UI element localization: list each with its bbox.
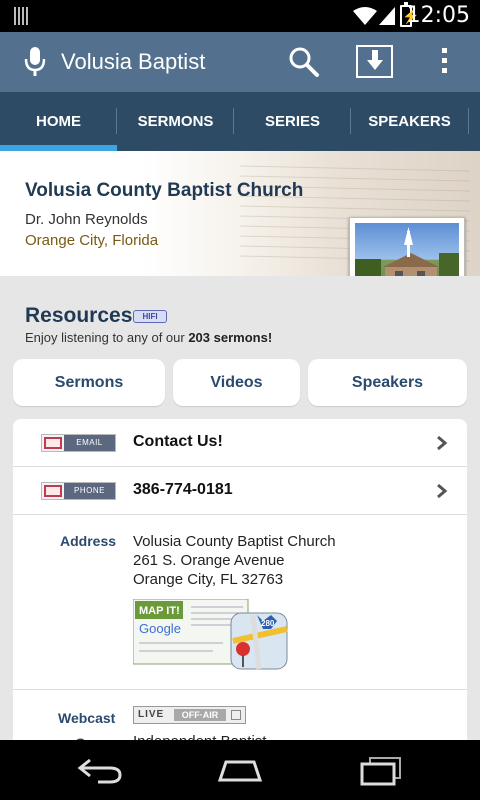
email-tag: EMAIL <box>41 434 116 452</box>
hifi-badge: HIFI <box>133 310 167 323</box>
envelope-icon <box>44 437 62 449</box>
speakers-button[interactable]: Speakers <box>308 359 467 406</box>
phone-tag: PHONE <box>41 482 116 500</box>
chevron-right-icon <box>437 435 448 451</box>
resources-subtitle: Enjoy listening to any of our 203 sermon… <box>25 330 273 345</box>
videos-button[interactable]: Videos <box>173 359 300 406</box>
map-it-button[interactable]: MAP IT! Google 280 <box>133 599 289 671</box>
system-nav-bar <box>0 740 480 800</box>
section-divider <box>13 689 467 690</box>
tab-sermons[interactable]: SERMONS <box>117 92 234 151</box>
status-bar: ⚡ 12:05 <box>0 0 480 32</box>
webcast-label: Webcast <box>58 710 116 726</box>
contact-email-row[interactable]: EMAIL Contact Us! <box>13 419 467 467</box>
chevron-right-icon <box>437 483 448 499</box>
tab-overflow-edge <box>468 92 480 151</box>
app-bar: Volusia Baptist <box>0 32 480 92</box>
map-it-label: MAP IT! <box>139 605 180 617</box>
resources-title: Resources <box>25 304 133 327</box>
webcast-status-badge[interactable]: LIVE OFF·AIR <box>133 706 246 724</box>
contact-us-label: Contact Us! <box>133 433 223 450</box>
address-text: Volusia County Baptist Church 261 S. Ora… <box>133 533 336 588</box>
phone-icon <box>44 485 62 497</box>
recent-apps-icon[interactable] <box>356 754 404 786</box>
speaker-icon <box>231 710 241 720</box>
phone-number: 386-774-0181 <box>133 481 233 498</box>
app-title: Volusia Baptist <box>61 49 206 74</box>
signal-icon <box>379 7 395 25</box>
download-icon[interactable] <box>356 45 393 78</box>
church-header: Volusia County Baptist Church Dr. John R… <box>0 151 480 276</box>
wifi-icon <box>353 7 377 25</box>
google-label: Google <box>139 621 181 636</box>
sim-icon <box>14 7 30 25</box>
tab-speakers[interactable]: SPEAKERS <box>351 92 468 151</box>
route-shield-label: 280 <box>261 619 275 628</box>
overflow-menu-icon[interactable] <box>440 48 448 76</box>
church-location: Orange City, Florida <box>25 232 159 249</box>
search-icon[interactable] <box>288 46 320 78</box>
sermons-button[interactable]: Sermons <box>13 359 165 406</box>
tab-bar: HOME SERMONS SERIES SPEAKERS <box>0 92 480 151</box>
tab-series[interactable]: SERIES <box>234 92 351 151</box>
contact-phone-row[interactable]: PHONE 386-774-0181 <box>13 467 467 515</box>
contact-card: EMAIL Contact Us! PHONE 386-774-0181 Add… <box>13 419 467 759</box>
home-icon[interactable] <box>216 754 264 786</box>
tab-home[interactable]: HOME <box>0 92 117 151</box>
mic-icon[interactable] <box>22 46 48 78</box>
back-icon[interactable] <box>76 754 124 786</box>
status-clock: 12:05 <box>406 3 470 28</box>
church-name: Volusia County Baptist Church <box>25 180 304 201</box>
pastor-name: Dr. John Reynolds <box>25 211 148 228</box>
church-photo[interactable] <box>349 217 465 276</box>
address-label: Address <box>60 533 117 549</box>
